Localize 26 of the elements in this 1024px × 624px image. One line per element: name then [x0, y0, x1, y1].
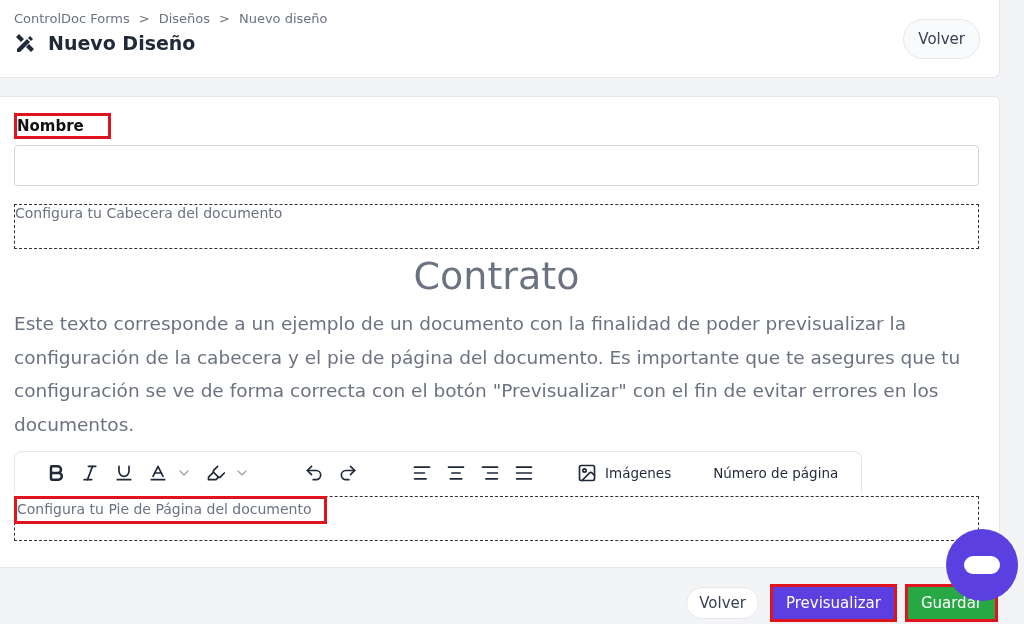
- redo-icon: [338, 462, 358, 483]
- header-area[interactable]: Configura tu Cabecera del documento: [14, 204, 979, 249]
- undo-icon: [304, 462, 324, 483]
- pencil-ruler-icon: [14, 32, 36, 54]
- breadcrumb-separator: >: [219, 11, 230, 26]
- name-input[interactable]: [14, 145, 979, 186]
- footer-placeholder: Configura tu Pie de Página del documento: [17, 501, 312, 517]
- page-title: Nuevo Diseño: [48, 32, 196, 54]
- italic-icon: [80, 462, 100, 483]
- page-number-button[interactable]: Número de página: [707, 456, 845, 489]
- chat-icon: [964, 556, 1000, 574]
- breadcrumb-link[interactable]: Nuevo diseño: [238, 11, 328, 26]
- name-label: Nombre: [17, 117, 84, 135]
- breadcrumb-separator: >: [138, 11, 150, 26]
- images-button[interactable]: Imágenes: [571, 456, 678, 489]
- breadcrumb-link[interactable]: ControlDoc Forms: [14, 11, 130, 26]
- highlight-icon: [206, 462, 226, 483]
- action-button[interactable]: Volver: [686, 587, 759, 619]
- header-placeholder: Configura tu Cabecera del documento: [15, 205, 284, 221]
- back-button[interactable]: Volver: [903, 18, 980, 59]
- breadcrumb-link[interactable]: Diseños: [158, 11, 211, 26]
- document-text: Este texto corresponde a un ejemplo de un documento con la finalidad de poder previsualizar la configuración de la cabecera y el pie de página del documento. Es importante que te asegures que tu configuración se ve de forma correcta con el botón "Previsualizar" con el fin de evitar errores en los documentos.: [14, 312, 962, 437]
- action-button[interactable]: Previsualizar: [772, 587, 894, 619]
- footer-area[interactable]: Configura tu Pie de Página del documento: [14, 496, 979, 541]
- images-icon: [577, 462, 597, 483]
- document-title: Contrato: [412, 253, 581, 299]
